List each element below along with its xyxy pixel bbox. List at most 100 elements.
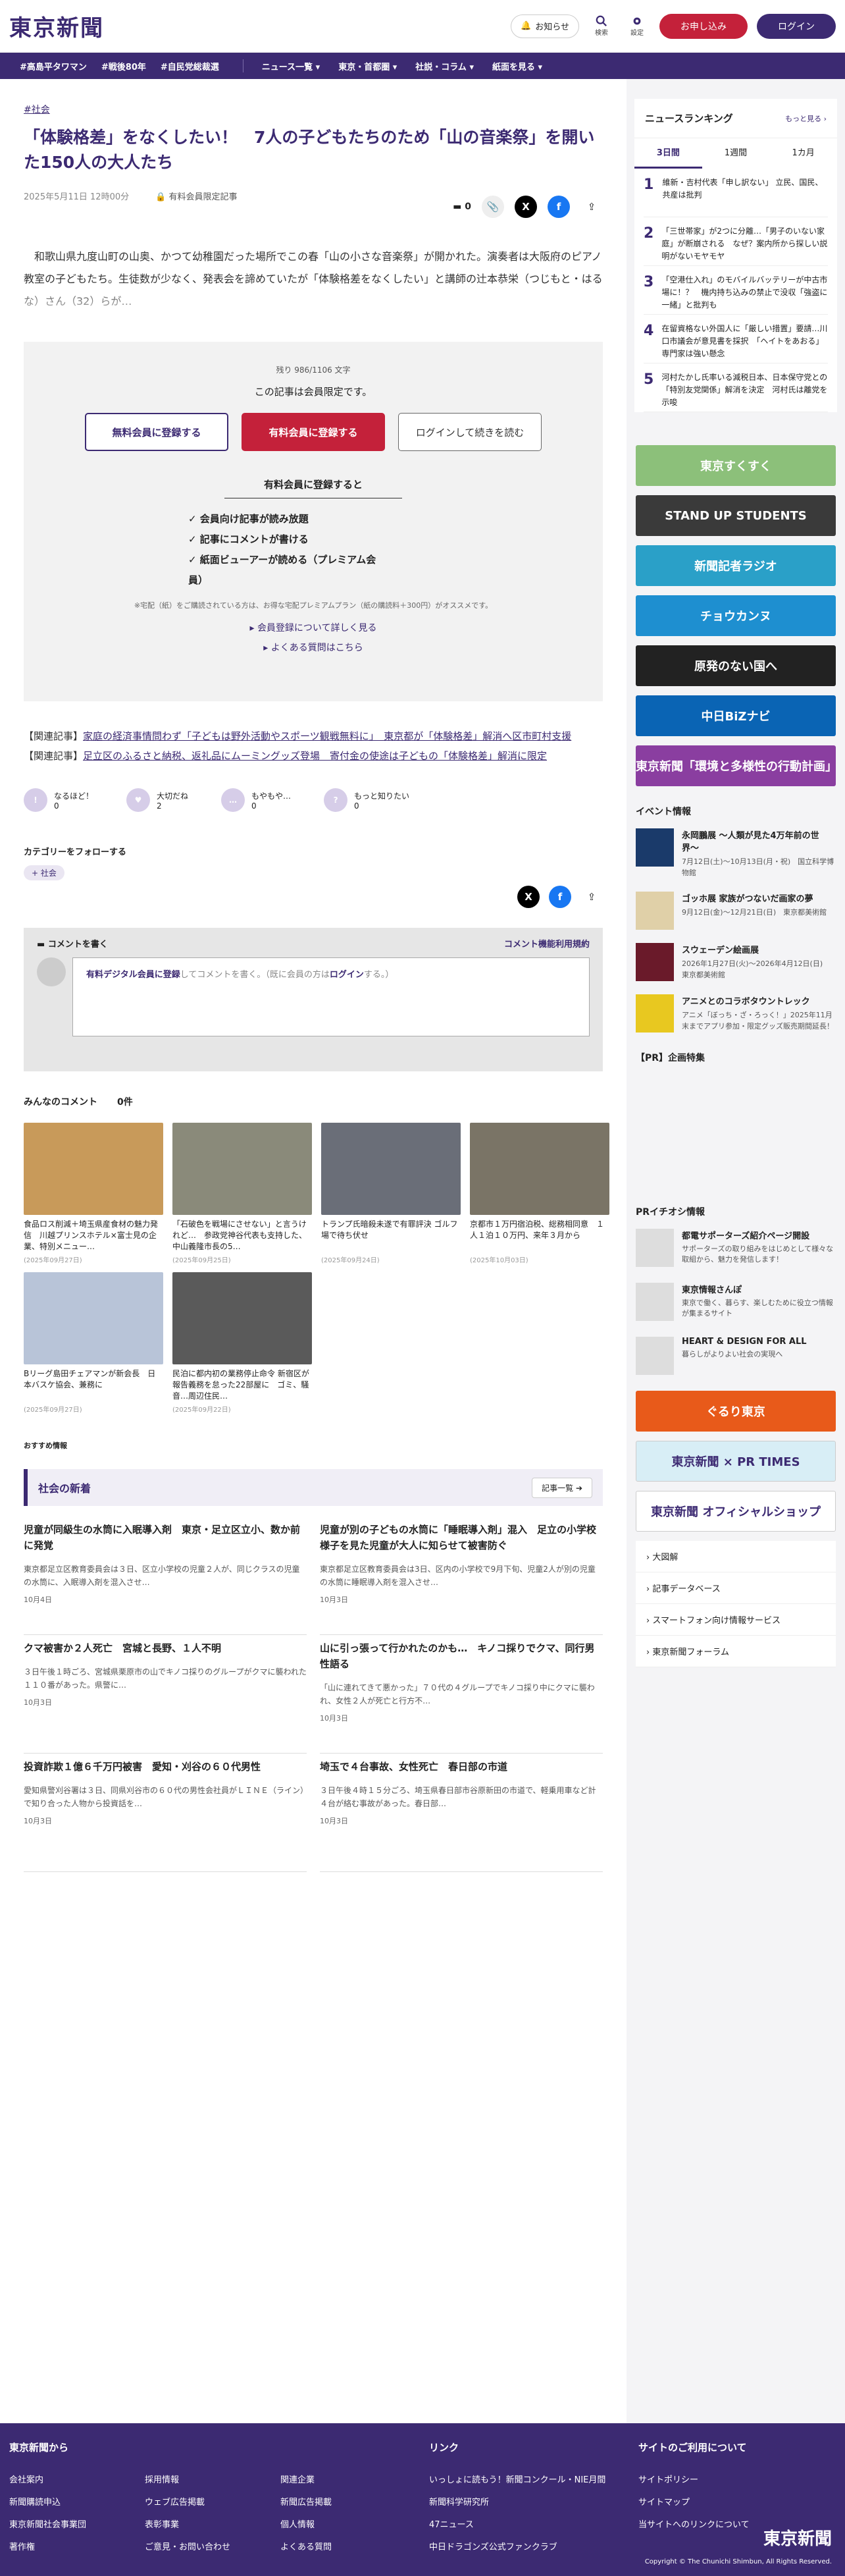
rank-title[interactable]: 「三世帯家」が2つに分離…「男子のいない家庭」が断崩される なぜ？案内所から探し… [661, 225, 828, 261]
clip-button[interactable]: 📎 [482, 196, 504, 218]
footer-link[interactable]: 表彰事業 [145, 2514, 230, 2536]
pr-item-title[interactable]: 東京情報さんぽ [682, 1283, 836, 1295]
comment-login-link[interactable]: ログイン [330, 970, 364, 980]
paid-register-button[interactable]: 有料会員に登録する [242, 413, 385, 451]
nav-tag[interactable]: #高島平タワマン [20, 60, 87, 72]
settings-button[interactable]: 設定 [624, 15, 650, 37]
footer-link[interactable]: サイトポリシー [638, 2469, 750, 2492]
rank-title[interactable]: 在留資格ない外国人に「厳しい措置」要請…川口市議会が意見書を採択 「ヘイトをあお… [661, 323, 828, 358]
news-item[interactable]: 児童が別の子どもの水筒に「睡眠導入剤」混入 足立の小学校 様子を見た児童が大人に… [320, 1516, 606, 1635]
news-title[interactable]: 埼玉で４台事故、女性死亡 春日部の市道 [320, 1759, 603, 1775]
pr-thumb[interactable] [636, 1283, 674, 1321]
event-title[interactable]: ゴッホ展 家族がつないだ画家の夢 [682, 892, 827, 904]
rank-title[interactable]: 維新・吉村代表「申し訳ない」 立民、国民、共産は批判 [663, 176, 828, 209]
news-title[interactable]: 投資詐欺１億６千万円被害 愛知・刈谷の６０代男性 [24, 1759, 307, 1775]
ranking-item[interactable]: 1 維新・吉村代表「申し訳ない」 立民、国民、共産は批判 [644, 169, 828, 217]
footer-link[interactable]: 47ニュース [429, 2514, 605, 2536]
digital-register-link[interactable]: 有料デジタル会員に登録 [86, 970, 180, 980]
side-banner[interactable]: 中日BiZナビ [636, 695, 836, 736]
rank-title[interactable]: 「空港仕入れ」のモバイルバッテリーが中古市場に！？ 機内持ち込みの禁止で没収「強… [661, 274, 828, 309]
rank-title[interactable]: 河村たかし氏率いる減税日本、日本保守党との「特別友党関係」解消を決定 河村氏は離… [661, 371, 828, 407]
comment-rules-link[interactable]: コメント機能利用規約 [504, 937, 590, 950]
share-button[interactable]: ⇪ [580, 196, 603, 218]
ranking-more-link[interactable]: もっと見る › [785, 113, 827, 124]
event-thumb[interactable] [636, 828, 674, 867]
login-continue-button[interactable]: ログインして続きを読む [398, 413, 542, 451]
footer-link[interactable]: 著作権 [9, 2536, 86, 2559]
event-title[interactable]: 永岡鵬展 〜人類が見た4万年前の世界〜 [682, 828, 836, 853]
footer-link[interactable]: ご意見・お問い合わせ [145, 2536, 230, 2559]
news-title[interactable]: 山に引っ張って行かれたのかも… キノコ採りでクマ、同行男性語る [320, 1640, 603, 1672]
side-banner[interactable]: 東京新聞 オフィシャルショップ [636, 1491, 836, 1532]
nav-menu-tokyo[interactable]: 東京・首都圏 ▾ [338, 60, 397, 72]
event-item[interactable]: 永岡鵬展 〜人類が見た4万年前の世界〜 7月12日(土)〜10月13日(月・祝) … [636, 828, 836, 878]
card-title[interactable]: 「石破色を戦場にさせない」と言うけれど… 参政党神谷代表も支持した、中山義隆市長… [172, 1219, 312, 1252]
side-banner[interactable]: 新聞記者ラジオ [636, 545, 836, 586]
share-facebook-button[interactable]: f [549, 886, 571, 908]
news-item[interactable]: クマ被害か２人死亡 宮城と長野、１人不明 ３日午後１時ごろ、宮城県栗原市の山でキノ… [24, 1635, 307, 1754]
share-x-button[interactable]: X [515, 196, 537, 218]
footer-link[interactable]: 新聞購読申込 [9, 2492, 86, 2514]
card-image[interactable] [172, 1123, 312, 1215]
nav-menu-paper[interactable]: 紙面を見る ▾ [492, 60, 542, 72]
nav-tag[interactable]: #自民党総裁選 [161, 60, 219, 72]
comment-cta[interactable]: 有料デジタル会員に登録してコメントを書く。（既に会員の方はログインする。） [72, 957, 590, 1036]
notice-button[interactable]: 🔔 お知らせ [511, 14, 579, 38]
news-item[interactable]: 山に引っ張って行かれたのかも… キノコ採りでクマ、同行男性語る 「山に連れてきて悪… [320, 1635, 603, 1754]
site-logo[interactable]: 東京新聞 [9, 10, 104, 42]
side-link[interactable]: › 東京新聞フォーラム [636, 1636, 836, 1667]
pr-item-title[interactable]: 都電サポーターズ紹介ページ開設 [682, 1229, 836, 1241]
faq-link[interactable]: ▸ よくある質問はこちら [24, 641, 603, 654]
pr-item[interactable]: 東京情報さんぽ 東京で働く、暮らす、楽しむために役立つ情報が集まるサイト [636, 1283, 836, 1321]
ranking-item[interactable]: 4 在留資格ない外国人に「厳しい措置」要請…川口市議会が意見書を採択 「ヘイトをあ… [644, 315, 828, 363]
news-title[interactable]: クマ被害か２人死亡 宮城と長野、１人不明 [24, 1640, 307, 1656]
recommend-card[interactable]: 民泊に都内初の業務停止命令 新宿区が報告義務を怠った22部屋に ゴミ、騒音…周辺… [172, 1272, 312, 1414]
recommend-card[interactable]: 「石破色を戦場にさせない」と言うけれど… 参政党神谷代表も支持した、中山義隆市長… [172, 1123, 312, 1264]
news-item[interactable]: 埼玉で４台事故、女性死亡 春日部の市道 ３日午後４時１５分ごろ、埼玉県春日部市谷原… [320, 1754, 603, 1872]
nav-tag[interactable]: #戦後80年 [101, 60, 146, 72]
ranking-item[interactable]: 5 河村たかし氏率いる減税日本、日本保守党との「特別友党関係」解消を決定 河村氏は… [644, 363, 828, 412]
follow-tag-button[interactable]: + 社会 [24, 865, 64, 880]
side-link[interactable]: › 記事データベース [636, 1572, 836, 1604]
side-banner[interactable]: 原発のない国へ [636, 645, 836, 686]
pr-item[interactable]: HEART & DESIGN FOR ALL 暮らしがよりよい社会の実現へ [636, 1337, 836, 1375]
event-title[interactable]: アニメとのコラボタウントレック [682, 994, 836, 1007]
tab-3days[interactable]: 3日間 [634, 138, 702, 169]
footer-link[interactable]: 東京新聞社会事業団 [9, 2514, 86, 2536]
nav-menu-news[interactable]: ニュース一覧 ▾ [262, 60, 320, 72]
card-image[interactable] [24, 1123, 163, 1215]
comment-count[interactable]: ▬ 0 [453, 201, 471, 212]
side-banner[interactable]: 東京すくすく [636, 445, 836, 486]
footer-link[interactable]: ウェブ広告掲載 [145, 2492, 230, 2514]
footer-link[interactable]: よくある質問 [280, 2536, 332, 2559]
footer-link[interactable]: 関連企業 [280, 2469, 332, 2492]
related-link[interactable]: 家庭の経済事情問わず「子どもは野外活動やスポーツ観戦無料に」 東京都が「体験格差… [83, 730, 571, 742]
event-item[interactable]: ゴッホ展 家族がつないだ画家の夢 9月12日(金)〜12月21日(日) 東京都美術… [636, 892, 836, 930]
share-x-button[interactable]: X [517, 886, 540, 908]
footer-logo[interactable]: 東京新聞 [763, 2525, 832, 2550]
recommend-card[interactable]: トランプ氏暗殺未遂で有罪評決 ゴルフ場で待ち伏せ (2025年09月24日) [321, 1123, 461, 1264]
card-image[interactable] [470, 1123, 609, 1215]
event-item[interactable]: スウェーデン絵画展 2026年1月27日(火)〜2026年4月12日(日) 東京都… [636, 943, 836, 981]
card-title[interactable]: トランプ氏暗殺未遂で有罪評決 ゴルフ場で待ち伏せ [321, 1219, 461, 1252]
event-thumb[interactable] [636, 943, 674, 981]
pr-thumb[interactable] [636, 1229, 674, 1267]
recommend-card[interactable]: 食品ロス削減＋埼玉県産食材の魅力発信 川越プリンスホテル×富士見の企業、特別メニ… [24, 1123, 163, 1264]
subscribe-button[interactable]: お申し込み [659, 13, 748, 39]
footer-link[interactable]: 新聞広告掲載 [280, 2492, 332, 2514]
card-image[interactable] [172, 1272, 312, 1364]
event-item[interactable]: アニメとのコラボタウントレック アニメ「ぼっち・ざ・ろっく！」2025年11月末ま… [636, 994, 836, 1033]
news-item[interactable]: 投資詐欺１億６千万円被害 愛知・刈谷の６０代男性 愛知県警刈谷署は３日、同県刈谷市… [24, 1754, 307, 1872]
news-title[interactable]: 児童が別の子どもの水筒に「睡眠導入剤」混入 足立の小学校 様子を見た児童が大人に… [320, 1522, 606, 1553]
register-info-link[interactable]: ▸ 会員登録について詳しく見る [24, 621, 603, 634]
footer-link[interactable]: 当サイトへのリンクについて [638, 2514, 750, 2536]
card-title[interactable]: 民泊に都内初の業務停止命令 新宿区が報告義務を怠った22部屋に ゴミ、騒音…周辺… [172, 1368, 312, 1402]
card-title[interactable]: Bリーグ島田チェアマンが新会長 日本バスケ協会、兼務に [24, 1368, 163, 1402]
footer-link[interactable]: 中日ドラゴンズ公式ファンクラブ [429, 2536, 605, 2559]
ranking-item[interactable]: 3 「空港仕入れ」のモバイルバッテリーが中古市場に！？ 機内持ち込みの禁止で没収「… [644, 266, 828, 315]
event-thumb[interactable] [636, 892, 674, 930]
pr-thumb[interactable] [636, 1337, 674, 1375]
reaction-motto[interactable]: ? もっと知りたい 0 [324, 788, 409, 812]
reaction-taisetsu[interactable]: ♥ 大切だね 2 [126, 788, 188, 812]
side-link[interactable]: › スマートフォン向け情報サービス [636, 1604, 836, 1636]
